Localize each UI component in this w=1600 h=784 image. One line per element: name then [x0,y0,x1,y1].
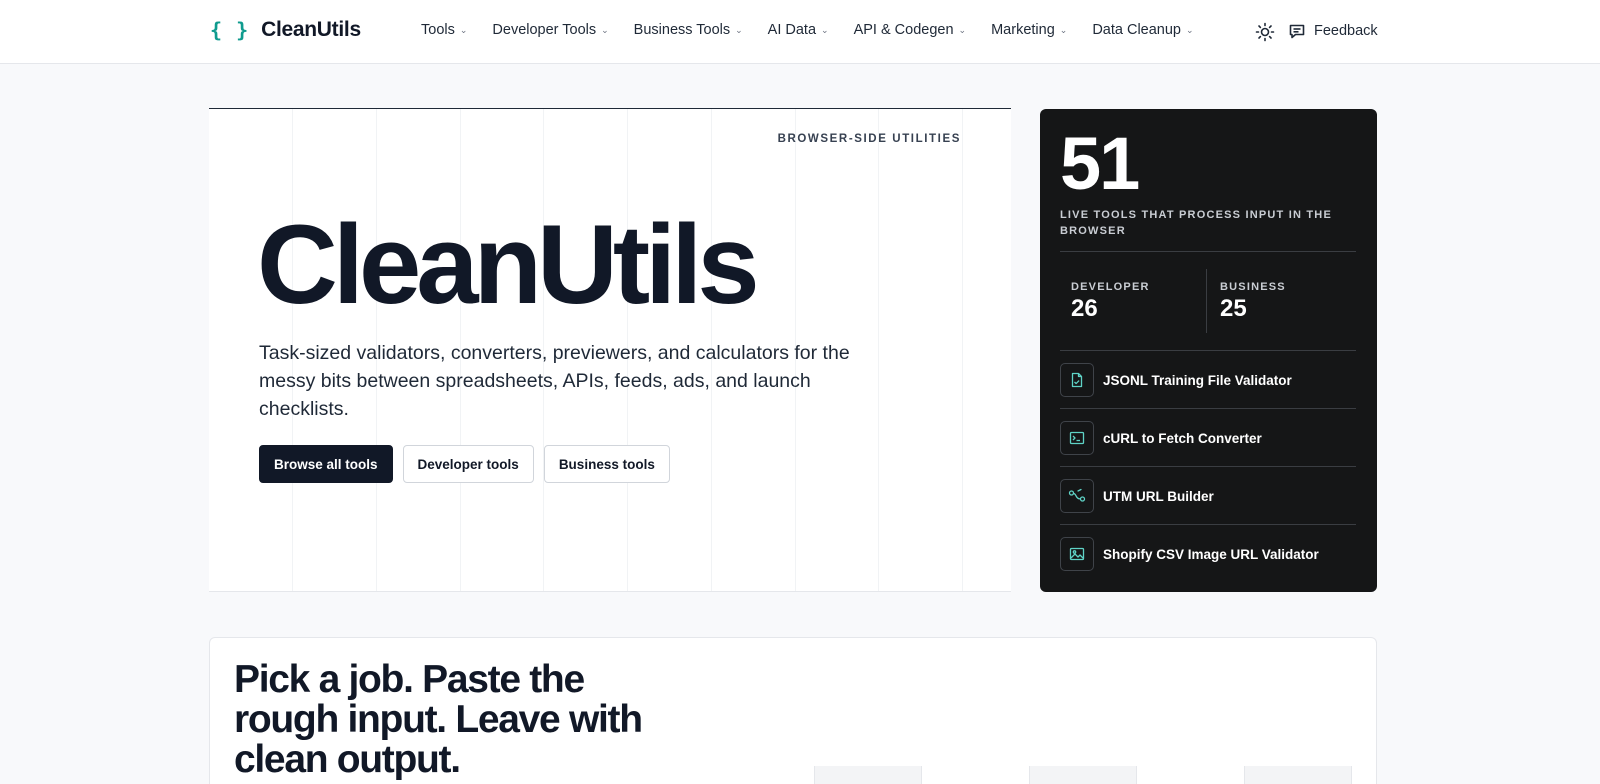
business-stat-value: 25 [1220,295,1247,322]
nav-item-label: Developer Tools [492,22,597,38]
chevron-down-icon: ⌄ [459,24,468,35]
developer-stat-label: DEVELOPER [1071,281,1150,293]
main-nav: Tools ⌄ Developer Tools ⌄ Business Tools ⌄ … [421,22,1219,38]
nav-item-api-codegen[interactable]: API & Codegen ⌄ [854,22,967,38]
chevron-down-icon: ⌄ [958,24,967,35]
featured-tool-label: Shopify CSV Image URL Validator [1103,546,1319,562]
developer-stat[interactable]: DEVELOPER 26 [1071,269,1150,333]
grid-line [962,109,963,591]
brand-logo[interactable]: { } CleanUtils [210,18,361,42]
theme-toggle-button[interactable] [1255,22,1275,42]
divider [1060,251,1356,252]
developer-tools-button[interactable]: Developer tools [402,445,534,483]
file-check-icon [1060,363,1094,397]
developer-stat-value: 26 [1071,295,1098,322]
business-stat-label: BUSINESS [1220,281,1286,293]
chevron-down-icon: ⌄ [1185,24,1194,35]
brand-name: CleanUtils [261,18,361,41]
business-tools-button[interactable]: Business tools [543,445,670,483]
browse-all-tools-button[interactable]: Browse all tools [259,445,393,483]
how-it-works-section: Pick a job. Paste the rough input. Leave… [209,637,1377,784]
image-icon [1060,537,1094,571]
featured-tool-curl-to-fetch[interactable]: cURL to Fetch Converter [1060,409,1356,467]
featured-tool-shopify-image-validator[interactable]: Shopify CSV Image URL Validator [1060,525,1356,583]
stats-panel: 51 LIVE TOOLS THAT PROCESS INPUT IN THE … [1040,109,1377,592]
chevron-down-icon: ⌄ [821,24,829,35]
nav-item-label: Business Tools [633,22,731,38]
hero-panel: BROWSER-SIDE UTILITIES CleanUtils Task-s… [209,108,1011,592]
feedback-label: Feedback [1314,23,1378,39]
terminal-icon [1060,421,1094,455]
nav-item-business-tools[interactable]: Business Tools ⌄ [634,22,743,38]
total-tools-count: 51 [1060,122,1140,205]
chevron-down-icon: ⌄ [1059,24,1068,35]
preview-tile [1244,766,1352,784]
nav-item-label: Data Cleanup [1092,22,1181,38]
nav-item-label: Marketing [991,22,1055,38]
nav-item-data-cleanup[interactable]: Data Cleanup ⌄ [1092,22,1193,38]
hero-actions: Browse all tools Developer tools Busines… [259,445,670,483]
featured-tool-label: cURL to Fetch Converter [1103,430,1262,446]
nav-item-label: Tools [421,22,455,38]
total-tools-caption: LIVE TOOLS THAT PROCESS INPUT IN THE BRO… [1060,209,1332,237]
feedback-button[interactable]: Feedback [1288,22,1378,40]
route-icon [1060,479,1094,513]
business-stat[interactable]: BUSINESS 25 [1220,269,1286,333]
featured-tool-label: JSONL Training File Validator [1103,372,1292,388]
nav-item-label: AI Data [767,22,817,38]
nav-item-ai-data[interactable]: AI Data ⌄ [768,22,829,38]
braces-logo-icon: { } [210,18,250,42]
hero-description: Task-sized validators, converters, previ… [259,342,850,420]
chevron-down-icon: ⌄ [601,24,609,35]
nav-item-marketing[interactable]: Marketing ⌄ [991,22,1067,38]
top-navigation-bar: { } CleanUtils Tools ⌄ Developer Tools ⌄ B… [0,0,1600,64]
sun-icon [1255,22,1275,42]
preview-tile [1029,766,1137,784]
nav-item-tools[interactable]: Tools ⌄ [421,22,467,38]
nav-item-label: API & Codegen [853,22,954,38]
grid-line [878,109,879,591]
section-heading: Pick a job. Paste the rough input. Leave… [234,658,643,781]
chevron-down-icon: ⌄ [735,24,743,35]
chat-icon [1289,24,1305,39]
featured-tool-label: UTM URL Builder [1103,488,1214,504]
preview-tile [814,766,922,784]
hero-title: CleanUtils [257,202,760,327]
hero-eyebrow: BROWSER-SIDE UTILITIES [777,133,961,145]
divider [1206,269,1207,333]
category-split: DEVELOPER 26 BUSINESS 25 [1060,269,1356,333]
nav-item-developer-tools[interactable]: Developer Tools ⌄ [492,22,608,38]
featured-tool-jsonl-validator[interactable]: JSONL Training File Validator [1060,351,1356,409]
featured-tool-utm-builder[interactable]: UTM URL Builder [1060,467,1356,525]
